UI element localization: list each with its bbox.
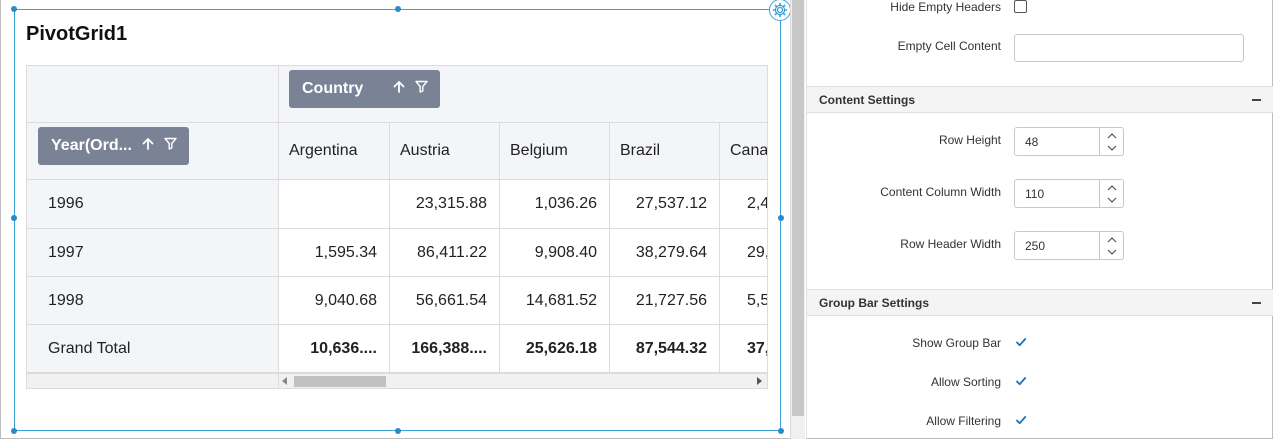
content-settings-section-header[interactable]: Content Settings — [807, 86, 1273, 113]
column-header-argentina[interactable]: Argentina — [279, 123, 390, 180]
resize-handle-right[interactable] — [778, 215, 784, 221]
resize-handle-bottom[interactable] — [395, 428, 401, 434]
row-header-1998[interactable]: 1998 — [27, 277, 279, 325]
chevron-down-icon[interactable] — [1100, 141, 1123, 154]
hide-empty-headers-checkbox[interactable] — [1014, 0, 1027, 13]
group-bar-settings-section-header[interactable]: Group Bar Settings — [807, 289, 1273, 316]
column-header-austria[interactable]: Austria — [390, 123, 500, 180]
grand-total-cell[interactable]: 87,544.32 — [610, 325, 720, 372]
column-header-canada[interactable]: Canad — [720, 123, 767, 180]
design-canvas[interactable]: PivotGrid1 Country Year(Ord... Argentina… — [0, 0, 791, 439]
row-header-width-label: Row Header Width — [900, 237, 1001, 251]
empty-cell-content-input[interactable] — [1014, 34, 1244, 62]
value-cell[interactable]: 9,040.68 — [279, 277, 390, 325]
horizontal-scroll-thumb[interactable] — [294, 376, 386, 387]
value-cell[interactable]: 9,908.40 — [500, 229, 610, 277]
value-cell[interactable]: 21,727.56 — [610, 277, 720, 325]
resize-handle-bottom-right[interactable] — [778, 428, 784, 434]
checkmark-icon — [1015, 415, 1026, 424]
content-column-width-stepper[interactable]: 110 — [1014, 179, 1124, 208]
value-cell[interactable]: 14,681.52 — [500, 277, 610, 325]
widget-title: PivotGrid1 — [26, 23, 128, 45]
value-cell[interactable]: 2,4 — [720, 180, 767, 229]
show-group-bar-checkbox[interactable] — [1014, 335, 1027, 348]
content-column-width-value: 110 — [1025, 186, 1045, 201]
value-cell[interactable]: 1,595.34 — [279, 229, 390, 277]
grand-total-cell[interactable]: 166,388.... — [390, 325, 500, 372]
content-column-width-label: Content Column Width — [880, 185, 1001, 199]
sort-ascending-icon[interactable] — [392, 80, 406, 99]
resize-handle-left[interactable] — [11, 215, 17, 221]
allow-sorting-label: Allow Sorting — [930, 375, 1001, 389]
value-cell[interactable]: 27,537.12 — [610, 180, 720, 229]
widget-settings-gear-icon[interactable] — [769, 0, 791, 21]
value-cell[interactable] — [279, 180, 390, 229]
collapse-icon[interactable] — [1252, 302, 1261, 304]
filter-icon[interactable] — [164, 137, 177, 155]
allow-filtering-label: Allow Filtering — [926, 414, 1001, 428]
allow-filtering-checkbox[interactable] — [1014, 413, 1027, 426]
row-height-stepper[interactable]: 48 — [1014, 127, 1124, 156]
properties-panel: Hide Empty Headers Empty Cell Content Co… — [806, 0, 1273, 439]
grand-total-cell[interactable]: 10,636.... — [279, 325, 390, 372]
row-header-1996[interactable]: 1996 — [27, 180, 279, 229]
hide-empty-headers-label: Hide Empty Headers — [890, 0, 1001, 14]
value-cell[interactable]: 56,661.54 — [390, 277, 500, 325]
vertical-scroll-thumb[interactable] — [792, 0, 804, 416]
grand-total-cell[interactable]: 37,9 — [720, 325, 767, 372]
checkmark-icon — [1015, 337, 1026, 346]
checkmark-icon — [1015, 376, 1026, 385]
pivot-corner-top — [27, 66, 279, 123]
show-group-bar-label: Show Group Bar — [912, 336, 1001, 350]
grand-total-cell[interactable]: 25,626.18 — [500, 325, 610, 372]
column-header-brazil[interactable]: Brazil — [610, 123, 720, 180]
column-header-belgium[interactable]: Belgium — [500, 123, 610, 180]
value-cell[interactable]: 86,411.22 — [390, 229, 500, 277]
collapse-icon[interactable] — [1252, 99, 1261, 101]
scroll-left-arrow-icon[interactable] — [282, 377, 287, 385]
row-header-width-value: 250 — [1025, 238, 1046, 253]
row-header-width-stepper[interactable]: 250 — [1014, 231, 1124, 260]
group-bar-settings-title: Group Bar Settings — [819, 295, 930, 310]
content-settings-title: Content Settings — [819, 92, 915, 107]
chevron-down-icon[interactable] — [1100, 245, 1123, 258]
chevron-down-icon[interactable] — [1100, 193, 1123, 206]
row-header-grand-total[interactable]: Grand Total — [27, 325, 279, 372]
filter-icon[interactable] — [415, 80, 428, 98]
value-cell[interactable]: 23,315.88 — [390, 180, 500, 229]
value-cell[interactable]: 5,5 — [720, 277, 767, 325]
scroll-right-arrow-icon[interactable] — [757, 377, 762, 385]
value-cell[interactable]: 1,036.26 — [500, 180, 610, 229]
allow-sorting-checkbox[interactable] — [1014, 374, 1027, 387]
row-field-chip[interactable]: Year(Ord... — [38, 127, 189, 165]
canvas-vertical-scrollbar[interactable] — [790, 0, 805, 439]
resize-handle-bottom-left[interactable] — [11, 428, 17, 434]
sort-ascending-icon[interactable] — [141, 137, 155, 156]
pivot-grid[interactable]: Country Year(Ord... Argentina Austria Be… — [26, 65, 768, 373]
row-height-value: 48 — [1025, 134, 1039, 149]
resize-handle-top-left[interactable] — [11, 6, 17, 12]
column-field-label: Country — [302, 80, 364, 97]
row-field-label: Year(Ord... — [51, 137, 132, 154]
row-height-label: Row Height — [938, 133, 1001, 147]
column-field-chip[interactable]: Country — [289, 70, 440, 108]
resize-handle-top[interactable] — [395, 6, 401, 12]
value-cell[interactable]: 29,8 — [720, 229, 767, 277]
row-header-1997[interactable]: 1997 — [27, 229, 279, 277]
value-cell[interactable]: 38,279.64 — [610, 229, 720, 277]
horizontal-scrollbar-frozen-area — [26, 373, 278, 389]
empty-cell-content-label: Empty Cell Content — [897, 39, 1001, 53]
horizontal-scrollbar[interactable] — [278, 373, 768, 389]
